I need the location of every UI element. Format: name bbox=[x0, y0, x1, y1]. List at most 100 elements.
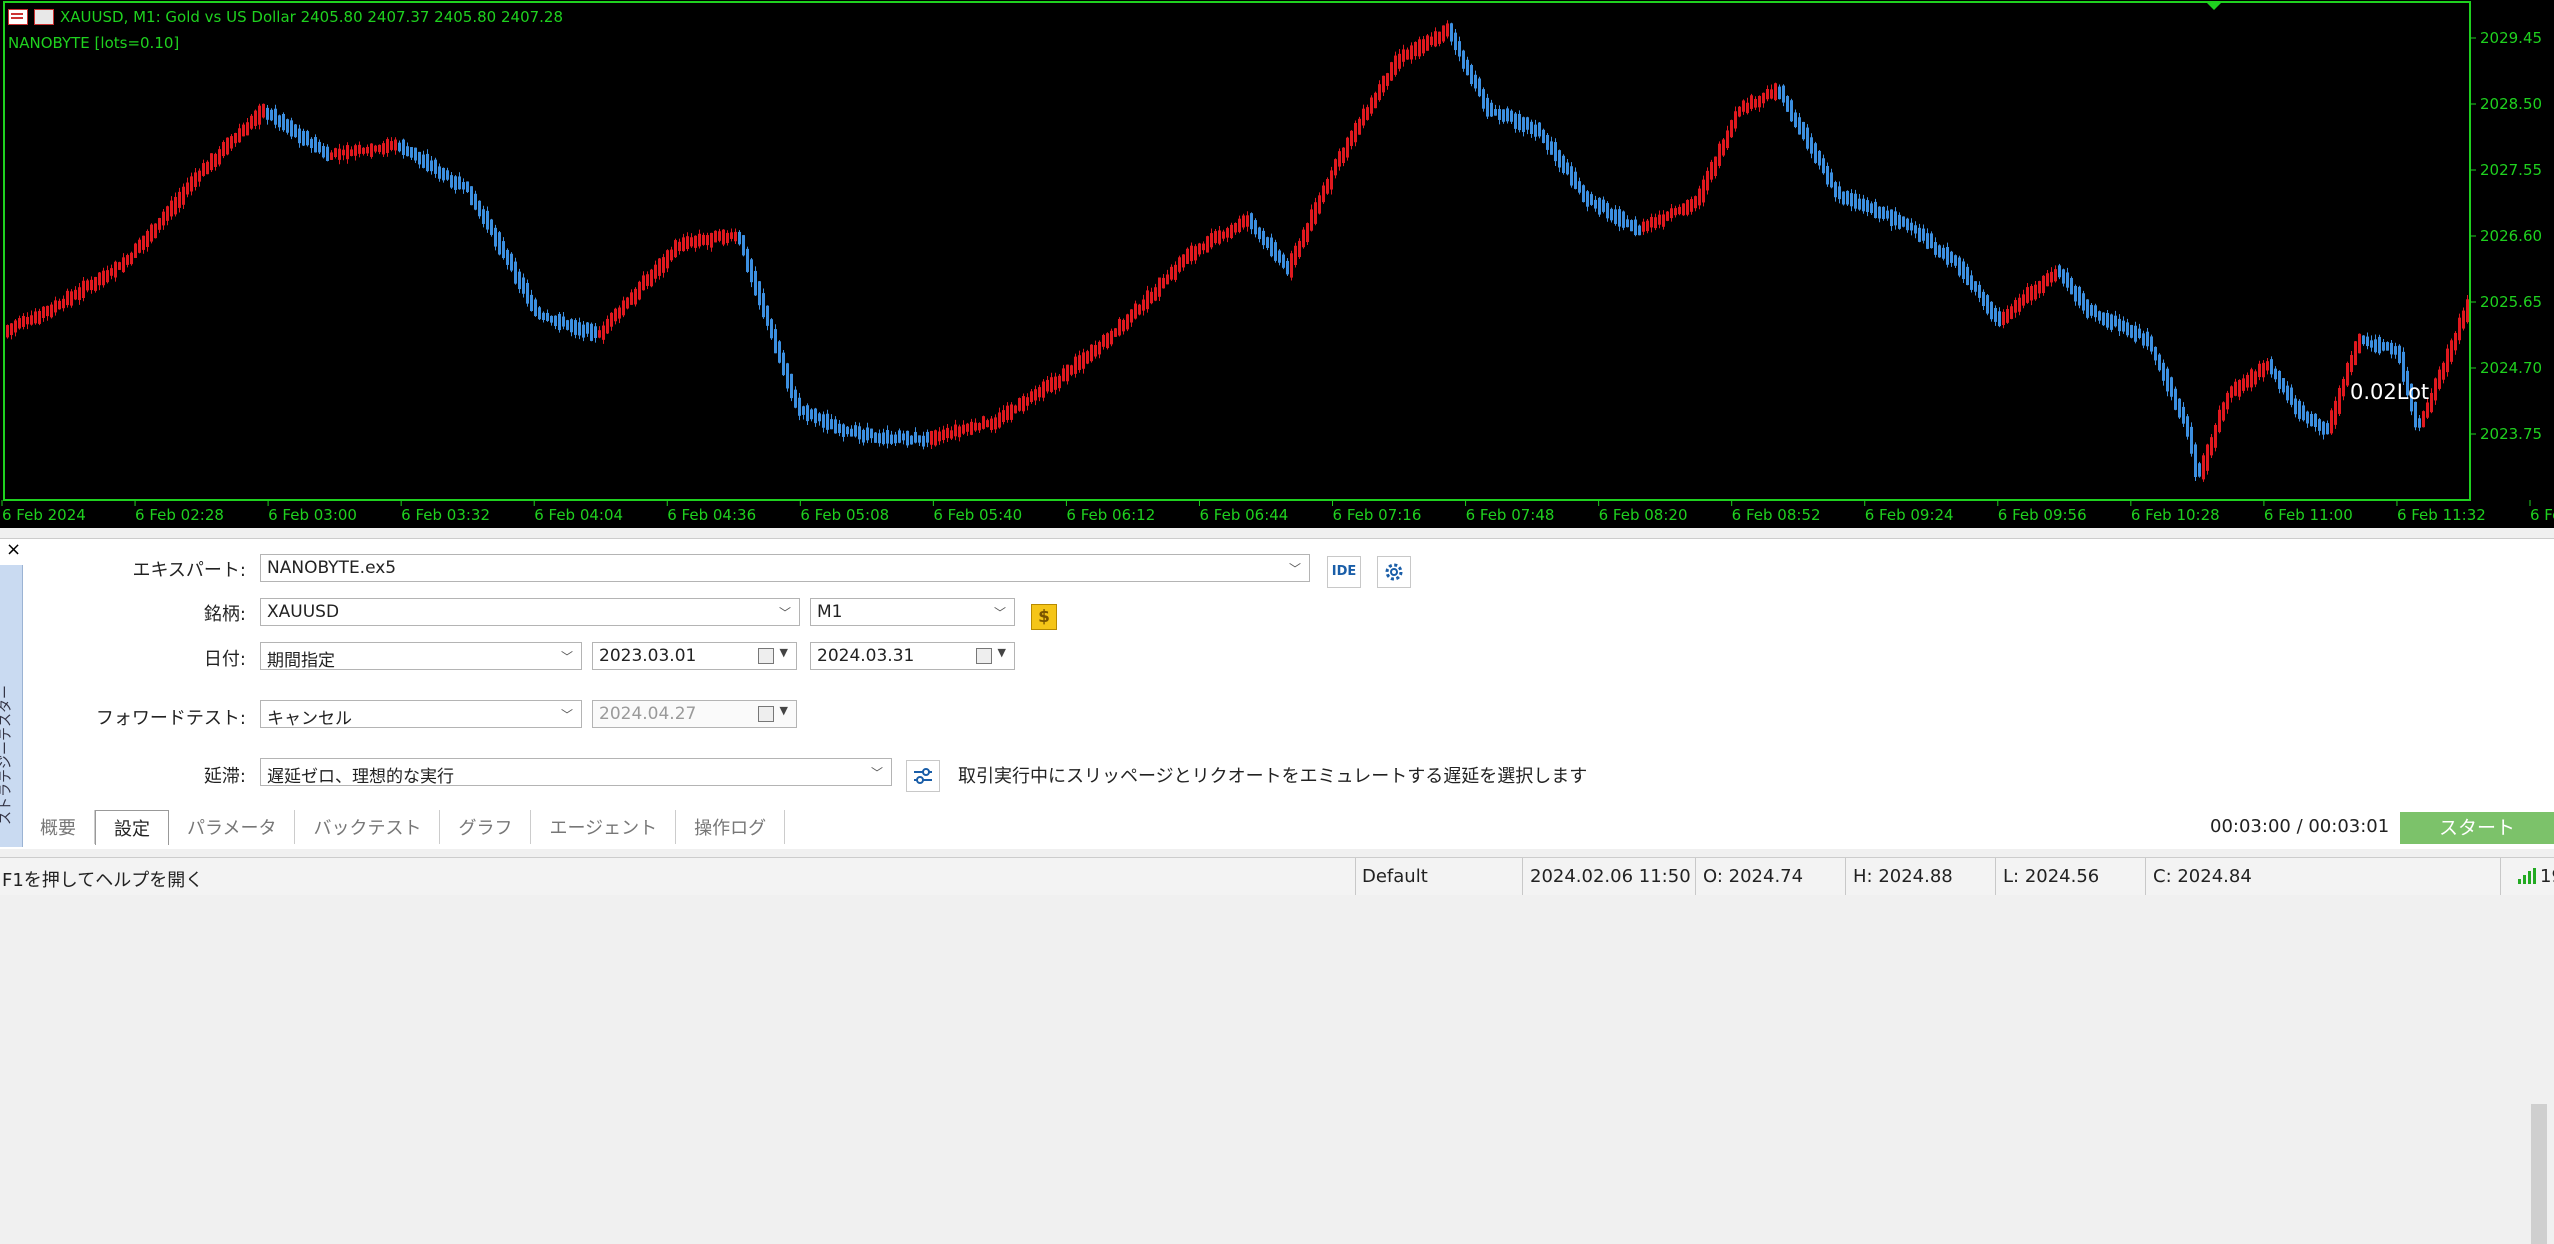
candle-body bbox=[358, 144, 361, 154]
candle-body bbox=[814, 408, 817, 424]
expert-select[interactable]: NANOBYTE.ex5 ﹀ bbox=[260, 554, 1310, 582]
candle-body bbox=[878, 433, 881, 444]
strategy-tester-side-tab[interactable]: ストラテジーテスター bbox=[0, 565, 23, 847]
candle-body bbox=[530, 294, 533, 312]
symbol-specification-icon[interactable]: $ bbox=[1031, 604, 1057, 630]
candle-body bbox=[1430, 36, 1433, 46]
symbol-select[interactable]: XAUUSD ﹀ bbox=[260, 598, 800, 626]
candlestick-chart-canvas[interactable]: 2029.45 2028.50 2027.55 2026.60 2025.65 2024.… bbox=[0, 0, 2554, 528]
candle-body bbox=[1138, 304, 1141, 315]
chevron-down-icon: ﹀ bbox=[993, 606, 1006, 620]
close-icon[interactable]: × bbox=[6, 539, 21, 560]
candle-body bbox=[1154, 287, 1157, 301]
candle-body bbox=[2186, 416, 2189, 437]
candle-body bbox=[990, 418, 993, 430]
panel-scrollbar[interactable] bbox=[2531, 1104, 2547, 1244]
candle-body bbox=[506, 249, 509, 265]
candle-body bbox=[2114, 315, 2117, 327]
candle-body bbox=[1554, 142, 1557, 162]
candle-body bbox=[1722, 139, 1725, 156]
latency-settings-button[interactable] bbox=[906, 760, 940, 792]
ide-button[interactable]: IDE bbox=[1327, 556, 1361, 588]
date-to-picker[interactable]: 2024.03.31 ▼ bbox=[810, 642, 1015, 670]
tab-backtest[interactable]: バックテスト bbox=[295, 810, 441, 844]
chevron-down-icon: ﹀ bbox=[1288, 562, 1301, 576]
candle-body bbox=[518, 271, 521, 290]
candle-body bbox=[442, 167, 445, 181]
candle-body bbox=[1010, 404, 1013, 420]
candle-body bbox=[1706, 170, 1709, 191]
candle-body bbox=[326, 146, 329, 161]
candle-body bbox=[250, 115, 253, 129]
candle-body bbox=[2338, 387, 2341, 414]
candle-body bbox=[1442, 25, 1445, 42]
candle-body bbox=[1386, 73, 1389, 86]
candle-body bbox=[2314, 413, 2317, 428]
chart-save-icon[interactable] bbox=[34, 9, 54, 25]
candle-body bbox=[2318, 419, 2321, 431]
candle-body bbox=[1678, 206, 1681, 215]
tab-settings[interactable]: 設定 bbox=[95, 810, 169, 845]
tab-journal[interactable]: 操作ログ bbox=[676, 810, 786, 844]
tab-overview[interactable]: 概要 bbox=[22, 810, 95, 844]
candle-body bbox=[1822, 158, 1825, 174]
timeframe-select[interactable]: M1 ﹀ bbox=[810, 598, 1015, 626]
candle-body bbox=[1498, 109, 1501, 120]
candle-body bbox=[2330, 410, 2333, 434]
candle-body bbox=[1578, 181, 1581, 193]
tab-graph[interactable]: グラフ bbox=[440, 810, 532, 844]
candle-body bbox=[1638, 225, 1641, 236]
candle-body bbox=[2106, 313, 2109, 328]
price-chart[interactable]: 2029.45 2028.50 2027.55 2026.60 2025.65 2024.… bbox=[0, 0, 2554, 528]
candle-body bbox=[1778, 86, 1781, 100]
candle-body bbox=[2202, 455, 2205, 480]
candle-body bbox=[1390, 62, 1393, 81]
candle-body bbox=[102, 270, 105, 286]
candle-body bbox=[1062, 368, 1065, 382]
candle-body bbox=[1410, 45, 1413, 60]
candle-body bbox=[2174, 388, 2177, 410]
time-tick-label: 6 Feb 02:28 bbox=[135, 506, 224, 524]
candle-body bbox=[1514, 113, 1517, 129]
candle-body bbox=[1066, 364, 1069, 382]
candle-body bbox=[1170, 266, 1173, 280]
candle-body bbox=[1222, 231, 1225, 239]
date-mode-select[interactable]: 期間指定 ﹀ bbox=[260, 642, 582, 671]
start-button[interactable]: スタート bbox=[2400, 812, 2554, 844]
tab-agents[interactable]: エージェント bbox=[531, 810, 677, 844]
elapsed-timer: 00:03:00 / 00:03:01 bbox=[2210, 816, 2390, 837]
candle-body bbox=[1274, 242, 1277, 261]
candle-body bbox=[294, 124, 297, 138]
candle-body bbox=[374, 145, 377, 152]
candle-body bbox=[1982, 291, 1985, 307]
forward-test-select[interactable]: キャンセル ﹀ bbox=[260, 700, 582, 729]
tab-parameters[interactable]: パラメータ bbox=[169, 810, 296, 844]
candle-body bbox=[562, 316, 565, 327]
candle-body bbox=[1950, 251, 1953, 263]
chart-list-icon[interactable] bbox=[8, 9, 28, 25]
date-from-picker[interactable]: 2023.03.01 ▼ bbox=[592, 642, 797, 670]
candle-body bbox=[190, 176, 193, 192]
latency-select[interactable]: 遅延ゼロ、理想的な実行 ﹀ bbox=[260, 758, 892, 787]
candle-body bbox=[630, 292, 633, 305]
candle-body bbox=[874, 432, 877, 443]
candle-body bbox=[1466, 59, 1469, 76]
bar-low: L: 2024.56 bbox=[2003, 866, 2100, 887]
candle-body bbox=[1378, 84, 1381, 101]
candle-body bbox=[1718, 143, 1721, 166]
settings-gear-button[interactable] bbox=[1377, 556, 1411, 588]
candle-body bbox=[330, 152, 333, 160]
price-tick-label: 2027.55 bbox=[2480, 161, 2542, 179]
candle-body bbox=[282, 113, 285, 131]
candle-body bbox=[1342, 147, 1345, 164]
candle-body bbox=[786, 363, 789, 389]
candle-body bbox=[142, 235, 145, 250]
candle-body bbox=[2058, 265, 2061, 278]
candle-body bbox=[502, 241, 505, 259]
candle-body bbox=[2214, 424, 2217, 448]
candle-body bbox=[1594, 199, 1597, 209]
candle-body bbox=[866, 427, 869, 441]
candle-body bbox=[734, 231, 737, 242]
candle-body bbox=[266, 107, 269, 120]
candle-body bbox=[1198, 243, 1201, 255]
